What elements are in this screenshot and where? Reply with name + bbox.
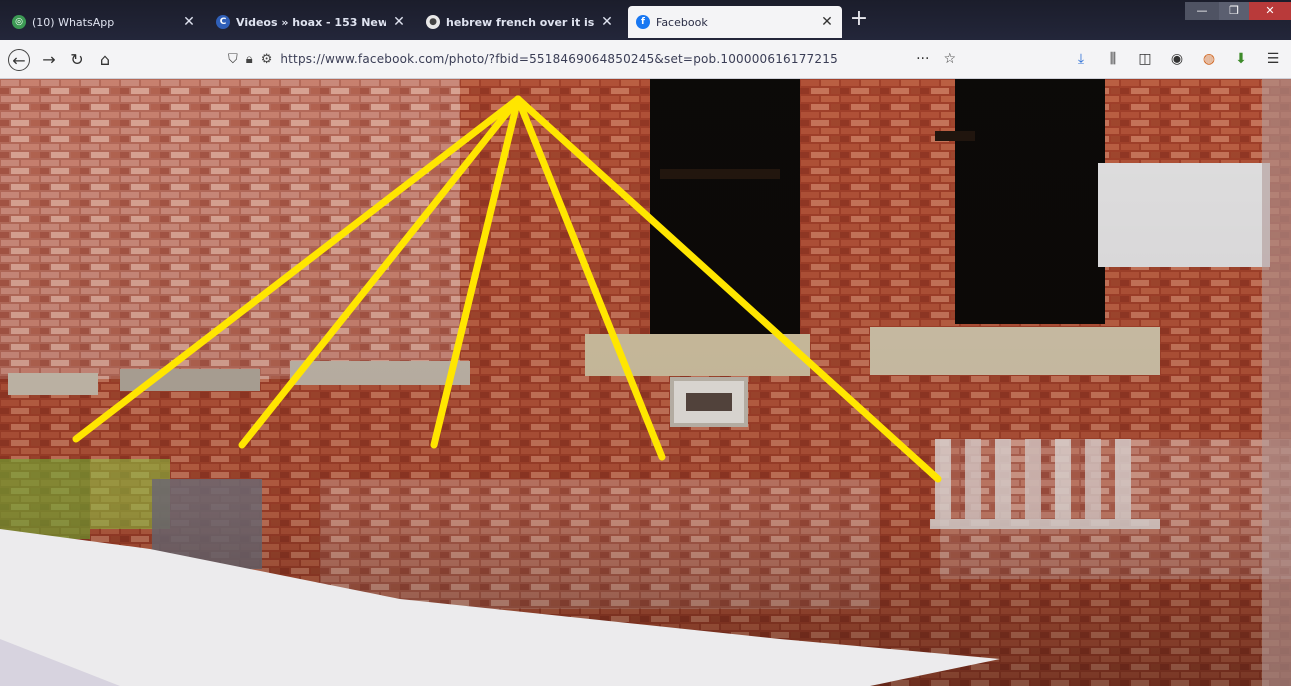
close-icon[interactable]: ✕ [392, 14, 406, 30]
close-icon[interactable]: ✕ [182, 14, 196, 30]
arrow-right-icon: → [42, 49, 56, 69]
facebook-photo [0, 79, 1291, 686]
maximize-button[interactable]: ❐ [1219, 2, 1249, 20]
tab-title: Videos » hoax - 153 News - Bo [236, 15, 386, 29]
tab-facebook[interactable]: f Facebook ✕ [628, 6, 842, 38]
reload-button[interactable]: ↻ [66, 48, 88, 70]
extension-arrow-icon[interactable]: ⬇ [1230, 48, 1252, 70]
library-icon[interactable]: ⫼ [1102, 48, 1124, 70]
site-c-icon: C [216, 15, 230, 29]
url-bar[interactable]: ⛉ 🔒︎ ⚙ https://www.facebook.com/photo/?f… [228, 46, 956, 72]
tab-title: (10) WhatsApp [32, 15, 115, 29]
new-tab-button[interactable]: + [848, 8, 870, 30]
back-button[interactable]: ← [8, 49, 30, 71]
whatsapp-icon: ◎ [12, 15, 26, 29]
sidebar-icon[interactable]: ◫ [1134, 48, 1156, 70]
extension-shield-icon[interactable]: ◍ [1198, 48, 1220, 70]
tab-title: hebrew french over it is cave d [446, 15, 594, 29]
facebook-icon: f [636, 15, 650, 29]
reload-icon: ↻ [70, 49, 84, 69]
tab-videos-hoax[interactable]: C Videos » hoax - 153 News - Bo ✕ [208, 6, 414, 38]
shield-icon[interactable]: ⛉ [228, 52, 238, 67]
tab-whatsapp[interactable]: ◎ (10) WhatsApp ✕ [4, 6, 204, 38]
url-text[interactable]: https://www.facebook.com/photo/?fbid=551… [280, 52, 838, 66]
tab-title: Facebook [656, 15, 708, 29]
window-close-button[interactable]: ✕ [1249, 2, 1291, 20]
close-icon[interactable]: ✕ [820, 14, 834, 30]
download-icon[interactable]: ⤓ [1070, 48, 1092, 70]
menu-icon[interactable]: ☰ [1262, 48, 1284, 70]
account-icon[interactable]: ◉ [1166, 48, 1188, 70]
lock-icon[interactable]: 🔒︎ [246, 52, 253, 67]
page-actions-button[interactable]: ··· [916, 51, 929, 67]
home-icon: ⌂ [99, 49, 111, 69]
permissions-icon[interactable]: ⚙ [261, 52, 273, 67]
arrow-left-icon: ← [12, 50, 26, 70]
chrome-like-icon: ● [426, 15, 440, 29]
tab-strip: ◎ (10) WhatsApp ✕ C Videos » hoax - 153 … [0, 0, 1291, 40]
forward-button[interactable]: → [38, 48, 60, 70]
navigation-toolbar: ← → ↻ ⌂ ⛉ 🔒︎ ⚙ https://www.facebook.com/… [0, 40, 1291, 79]
toolbar-right-group: ⤓ ⫼ ◫ ◉ ◍ ⬇ ☰ [1070, 48, 1291, 70]
brick-wall-photo [0, 79, 1291, 686]
close-icon[interactable]: ✕ [600, 14, 614, 30]
bookmark-star-icon[interactable]: ☆ [943, 51, 956, 67]
home-button[interactable]: ⌂ [94, 48, 116, 70]
tab-hebrew-french[interactable]: ● hebrew french over it is cave d ✕ [418, 6, 622, 38]
minimize-button[interactable]: — [1185, 2, 1219, 20]
